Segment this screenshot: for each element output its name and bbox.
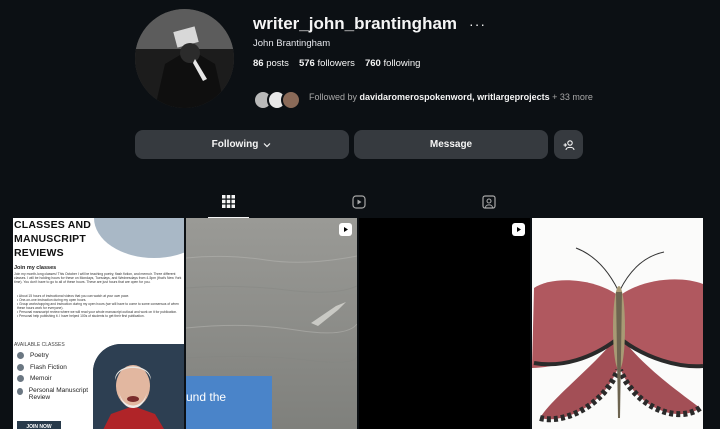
post-tile[interactable]: CLASSES AND MANUSCRIPT REVIEWS Join my c…	[13, 218, 184, 429]
flyer-bullets: • About 15 hours of instructional videos…	[17, 294, 183, 319]
suggest-accounts-button[interactable]	[554, 130, 583, 159]
tab-reels[interactable]	[338, 194, 379, 218]
flyer-join-heading: Join my classes	[14, 265, 57, 271]
profile-stats: 86 posts 576 followers 760 following	[253, 58, 420, 69]
followed-by[interactable]: Followed by davidaromerospokenword, writ…	[253, 90, 593, 110]
flyer-class-item: Flash Fiction	[17, 363, 97, 371]
reels-icon	[517, 227, 521, 232]
tab-posts[interactable]	[208, 194, 249, 218]
flyer-join-button: JOIN NOW	[17, 421, 61, 429]
message-button[interactable]: Message	[354, 130, 548, 159]
reel-badge	[339, 223, 352, 236]
reels-icon	[344, 227, 348, 232]
tagged-icon	[481, 195, 496, 209]
post-tile[interactable]	[359, 218, 530, 429]
full-name: John Brantingham	[253, 38, 331, 49]
add-user-icon	[563, 139, 575, 150]
profile-avatar[interactable]	[135, 9, 234, 108]
flyer-available-label: AVAILABLE CLASSES	[14, 342, 65, 348]
flyer-class-item: Personal Manuscript Review	[17, 387, 97, 402]
reel-badge	[512, 223, 525, 236]
following-button-label: Following	[211, 139, 259, 150]
message-button-label: Message	[429, 139, 473, 150]
flyer-bullet: • Personal help publishing it. I have he…	[17, 314, 145, 319]
followed-by-text: Followed by davidaromerospokenword, writ…	[309, 92, 593, 102]
grid-icon	[222, 195, 235, 208]
flyer-class-item: Poetry	[17, 352, 97, 359]
flyer-bullet: • Group workshopping and instruction dur…	[17, 302, 179, 311]
posts-stat: 86 posts	[253, 58, 289, 69]
flyer-class-item: Memoir	[17, 375, 97, 382]
flyer-photo	[93, 344, 184, 429]
flyer-title: CLASSES AND MANUSCRIPT REVIEWS	[14, 219, 92, 259]
reels-icon	[351, 195, 366, 209]
post-tile[interactable]: und the	[186, 218, 357, 429]
username-row: writer_john_brantingham ···	[253, 14, 486, 34]
followers-stat[interactable]: 576 followers	[299, 58, 355, 69]
posts-grid: CLASSES AND MANUSCRIPT REVIEWS Join my c…	[13, 218, 704, 429]
profile-tabs	[0, 194, 720, 218]
mutual-avatar	[281, 90, 301, 110]
flyer-paragraph: Join my month-long classes! This October…	[14, 272, 182, 285]
tab-tagged[interactable]	[468, 194, 509, 218]
following-stat[interactable]: 760 following	[365, 58, 420, 69]
more-options-icon[interactable]: ···	[469, 16, 486, 32]
person-photo	[93, 344, 184, 429]
post-tile[interactable]	[532, 218, 703, 429]
username: writer_john_brantingham	[253, 14, 458, 33]
chevron-down-icon	[263, 142, 271, 147]
avatar-photo	[135, 9, 234, 108]
mutual-avatars	[253, 90, 301, 110]
following-button[interactable]: Following	[135, 130, 349, 159]
butterfly-illustration	[532, 218, 703, 429]
text-card-caption: und the	[186, 390, 227, 404]
flyer-class-list: Poetry Flash Fiction Memoir Personal Man…	[17, 352, 97, 406]
